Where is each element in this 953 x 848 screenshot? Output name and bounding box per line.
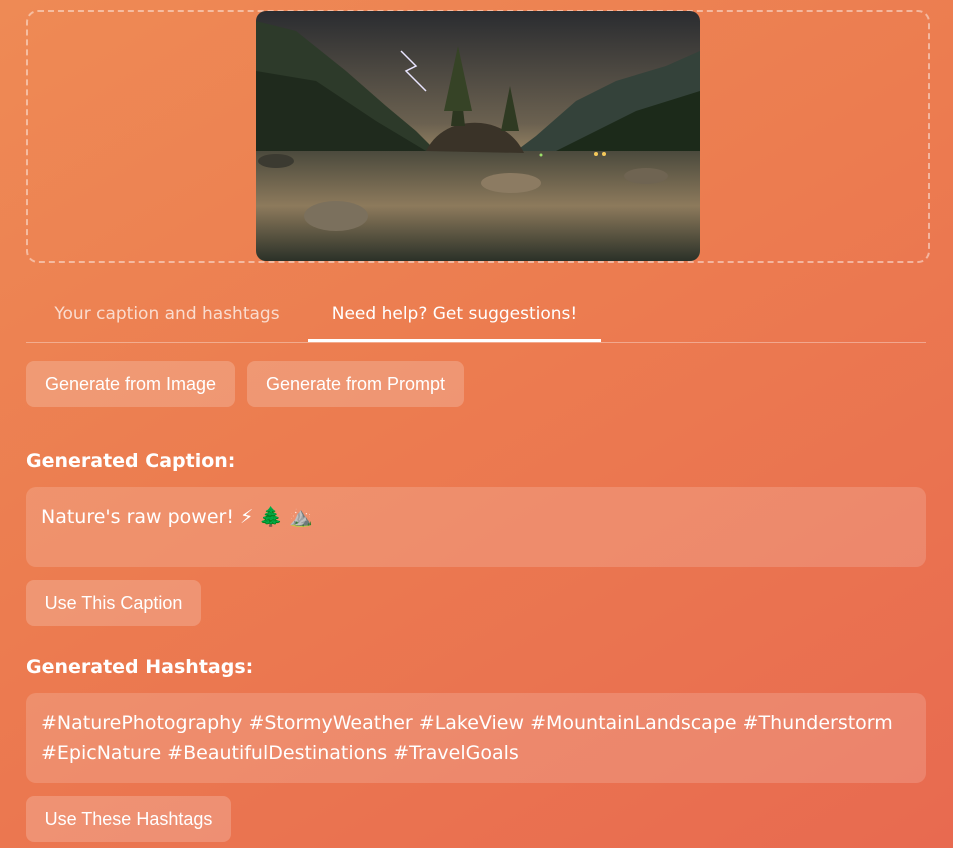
generated-caption-box: Nature's raw power! ⚡ 🌲 ⛰️ — [26, 487, 926, 567]
generated-hashtags-box: #NaturePhotography #StormyWeather #LakeV… — [26, 693, 926, 783]
generated-hashtags-heading: Generated Hashtags: — [26, 656, 254, 678]
use-caption-button[interactable]: Use This Caption — [26, 580, 201, 626]
use-hashtags-button[interactable]: Use These Hashtags — [26, 796, 231, 842]
generated-caption-heading: Generated Caption: — [26, 450, 236, 472]
landscape-photo — [256, 11, 700, 261]
caption-tabs: Your caption and hashtags Need help? Get… — [26, 292, 926, 343]
generated-caption-text: Nature's raw power! ⚡ 🌲 ⛰️ — [41, 506, 313, 528]
generate-from-prompt-button[interactable]: Generate from Prompt — [247, 361, 464, 407]
generated-hashtags-text: #NaturePhotography #StormyWeather #LakeV… — [41, 712, 893, 764]
generate-from-image-button[interactable]: Generate from Image — [26, 361, 235, 407]
uploaded-image-preview — [256, 11, 700, 261]
tab-suggestions[interactable]: Need help? Get suggestions! — [308, 292, 601, 342]
tab-your-caption[interactable]: Your caption and hashtags — [26, 292, 308, 342]
